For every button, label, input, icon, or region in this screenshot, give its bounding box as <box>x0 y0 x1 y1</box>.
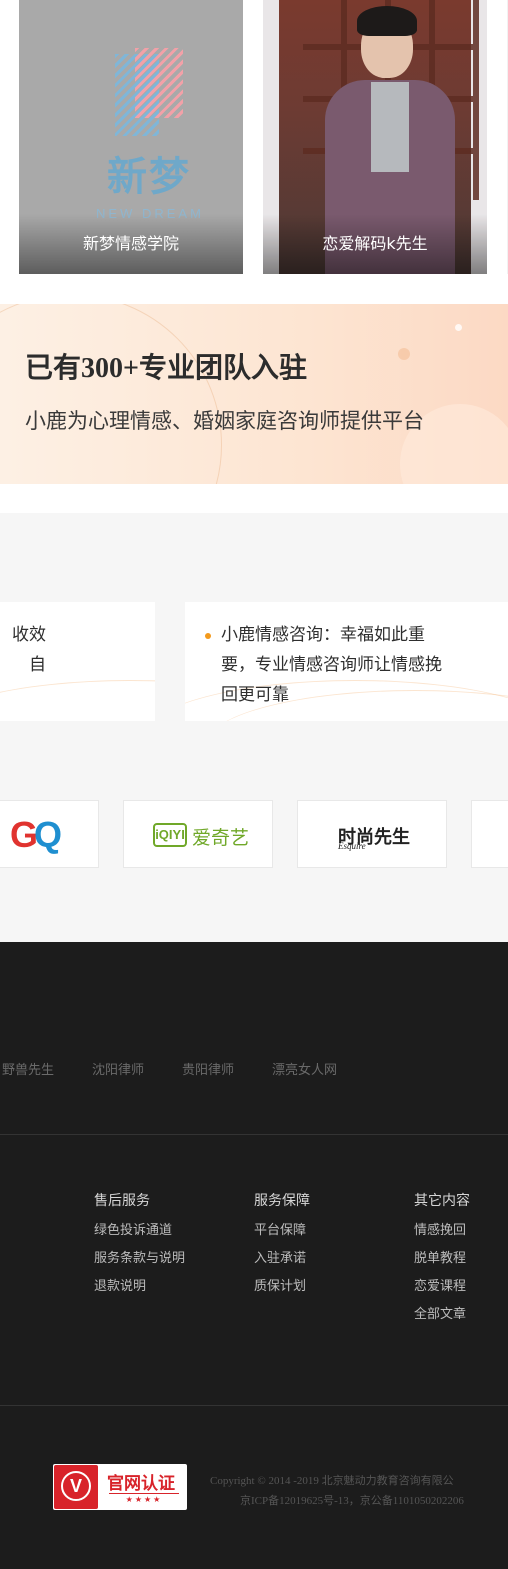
column-link[interactable]: 恋爱课程 <box>414 1279 470 1307</box>
column-link[interactable]: 绿色投诉通道 <box>94 1223 185 1251</box>
column-title: 其它内容 <box>414 1193 470 1209</box>
footer-column-aftersales: 售后服务 绿色投诉通道 服务条款与说明 退款说明 <box>94 1193 185 1307</box>
column-link[interactable]: 情感挽回 <box>414 1223 470 1251</box>
badge-text: 官网认证 ★★★★ <box>101 1465 185 1509</box>
expert-cards: 新梦 NEW DREAM 新梦情感学院 恋爱解码k先生 <box>0 0 508 274</box>
friend-link[interactable]: 沈阳律师 <box>92 1059 144 1078</box>
xinmeng-logo: 新梦 NEW DREAM <box>95 48 205 228</box>
banner-title: 已有300+专业团队入驻 <box>25 353 307 384</box>
column-link[interactable]: 质保计划 <box>254 1279 310 1307</box>
photo-shirt <box>371 82 409 172</box>
banner-subtitle: 小鹿为心理情感、婚姻家庭咨询师提供平台 <box>25 409 424 433</box>
card-caption: 新梦情感学院 <box>19 214 243 274</box>
quote-line: 要，专业情感咨询师让情感挽 <box>221 655 442 675</box>
banner-decor-ring <box>0 304 222 484</box>
footer-divider <box>0 1134 508 1135</box>
photo-hair <box>357 6 417 36</box>
bullet-dot-icon <box>205 633 211 639</box>
iqiyi-logo-label: 爱奇艺 <box>192 827 250 849</box>
media-logo-partial[interactable] <box>471 800 508 868</box>
iqiyi-logo-mark: iQIYI <box>153 823 187 847</box>
banner-decor-dot <box>398 348 410 360</box>
quote-line: 自 <box>29 655 46 675</box>
column-link[interactable]: 退款说明 <box>94 1279 185 1307</box>
column-link[interactable]: 服务条款与说明 <box>94 1251 185 1279</box>
column-link[interactable]: 入驻承诺 <box>254 1251 310 1279</box>
media-logo-esquire[interactable]: 时尚先生 Esquire <box>297 800 447 868</box>
banner-decor-dot <box>455 324 462 331</box>
friend-links: 野兽先生 沈阳律师 贵阳律师 漂亮女人网 <box>0 1059 508 1079</box>
v-certified-icon: V <box>61 1471 91 1501</box>
footer-column-other: 其它内容 情感挽回 脱单教程 恋爱课程 全部文章 <box>414 1193 470 1335</box>
card-lianai-k[interactable]: 恋爱解码k先生 <box>263 0 487 274</box>
card-xinmeng[interactable]: 新梦 NEW DREAM 新梦情感学院 <box>19 0 243 274</box>
column-link[interactable]: 平台保障 <box>254 1223 310 1251</box>
xinmeng-logo-text: 新梦 <box>107 154 191 200</box>
column-title: 售后服务 <box>94 1193 150 1209</box>
badge-stars: ★★★★ <box>109 1493 179 1506</box>
media-logo-iqiyi[interactable]: iQIYI 爱奇艺 <box>123 800 273 868</box>
column-link[interactable]: 全部文章 <box>414 1307 470 1335</box>
footer-column-guarantee: 服务保障 平台保障 入驻承诺 质保计划 <box>254 1193 310 1307</box>
gq-logo: GQ <box>9 814 62 855</box>
card-caption: 恋爱解码k先生 <box>263 214 487 274</box>
press-section: 收效 自 小鹿情感咨询：幸福如此重 要，专业情感咨询师让情感挽 回更可靠 GQ … <box>0 513 508 942</box>
column-title: 服务保障 <box>254 1193 310 1209</box>
page: 新梦 NEW DREAM 新梦情感学院 恋爱解码k先生 已有300+专业团队入驻… <box>0 0 508 1569</box>
esquire-logo-script: Esquire <box>338 841 366 851</box>
footer-divider <box>0 1405 508 1406</box>
media-logo-gq[interactable]: GQ <box>0 800 99 868</box>
official-certification-badge[interactable]: V 官网认证 ★★★★ <box>53 1464 187 1510</box>
icp-text: 京ICP备12019625号-13，京公备1101050202206 <box>240 1495 464 1507</box>
quote-line: 小鹿情感咨询：幸福如此重 <box>221 625 425 645</box>
friend-link[interactable]: 野兽先生 <box>2 1059 54 1078</box>
badge-title: 官网认证 <box>107 1474 175 1494</box>
copyright-text: Copyright © 2014 -2019 北京魅动力教育咨询有限公 <box>210 1475 454 1487</box>
quote-card[interactable]: 小鹿情感咨询：幸福如此重 要，专业情感咨询师让情感挽 回更可靠 <box>185 602 508 721</box>
xinmeng-logo-stripes-pink <box>135 48 183 118</box>
quote-text: 小鹿情感咨询：幸福如此重 要，专业情感咨询师让情感挽 回更可靠 <box>221 620 471 710</box>
badge-emblem: V <box>54 1465 98 1509</box>
friend-link[interactable]: 贵阳律师 <box>182 1059 234 1078</box>
quote-line: 收效 <box>12 625 46 645</box>
footer: 野兽先生 沈阳律师 贵阳律师 漂亮女人网 售后服务 绿色投诉通道 服务条款与说明… <box>0 942 508 1569</box>
quote-line: 回更可靠 <box>221 685 289 705</box>
friend-link[interactable]: 漂亮女人网 <box>272 1059 337 1078</box>
quote-text: 收效 自 <box>0 620 46 680</box>
team-banner: 已有300+专业团队入驻 小鹿为心理情感、婚姻家庭咨询师提供平台 <box>0 304 508 484</box>
quote-card[interactable]: 收效 自 <box>0 602 155 721</box>
quote-decor-curve <box>0 680 155 721</box>
gq-logo-g: G <box>9 814 38 855</box>
column-link[interactable]: 脱单教程 <box>414 1251 470 1279</box>
gq-logo-q: Q <box>33 814 62 855</box>
